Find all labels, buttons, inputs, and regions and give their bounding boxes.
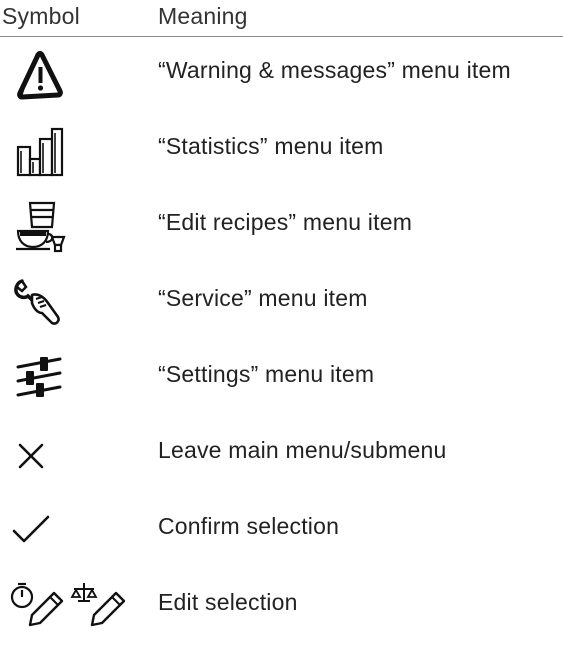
checkmark-icon [8, 501, 72, 561]
table-row: Confirm selection [0, 493, 563, 569]
table-row: Leave main menu/submenu [0, 417, 563, 493]
table-row: “Edit recipes” menu item [0, 189, 563, 265]
row-meaning: “Settings” menu item [158, 361, 375, 387]
table-row: Edit selection [0, 569, 563, 645]
row-meaning: Leave main menu/submenu [158, 437, 447, 463]
table-row: “Statistics” menu item [0, 113, 563, 189]
header-meaning: Meaning [158, 3, 248, 29]
header-symbol: Symbol [2, 3, 80, 29]
settings-icon [8, 349, 72, 409]
table-row: “Service” menu item [0, 265, 563, 341]
row-meaning: “Warning & messages” menu item [158, 57, 511, 83]
table-row: “Warning & messages” menu item [0, 37, 563, 113]
edit-selection-icons [8, 579, 148, 635]
row-meaning: “Service” menu item [158, 285, 368, 311]
edit-recipes-icon [8, 197, 72, 257]
warning-icon [8, 45, 72, 105]
close-icon [8, 425, 72, 485]
table-row: “Settings” menu item [0, 341, 563, 417]
row-meaning: Confirm selection [158, 513, 340, 539]
statistics-icon [8, 121, 72, 181]
service-icon [8, 273, 72, 333]
scale-pencil-icon [70, 579, 130, 631]
table-header: Symbol Meaning [0, 0, 563, 37]
timer-pencil-icon [8, 579, 68, 631]
row-meaning: “Edit recipes” menu item [158, 209, 413, 235]
row-meaning: “Statistics” menu item [158, 133, 384, 159]
symbol-legend-table: Symbol Meaning “Warning & messages” menu… [0, 0, 563, 645]
row-meaning: Edit selection [158, 589, 298, 615]
